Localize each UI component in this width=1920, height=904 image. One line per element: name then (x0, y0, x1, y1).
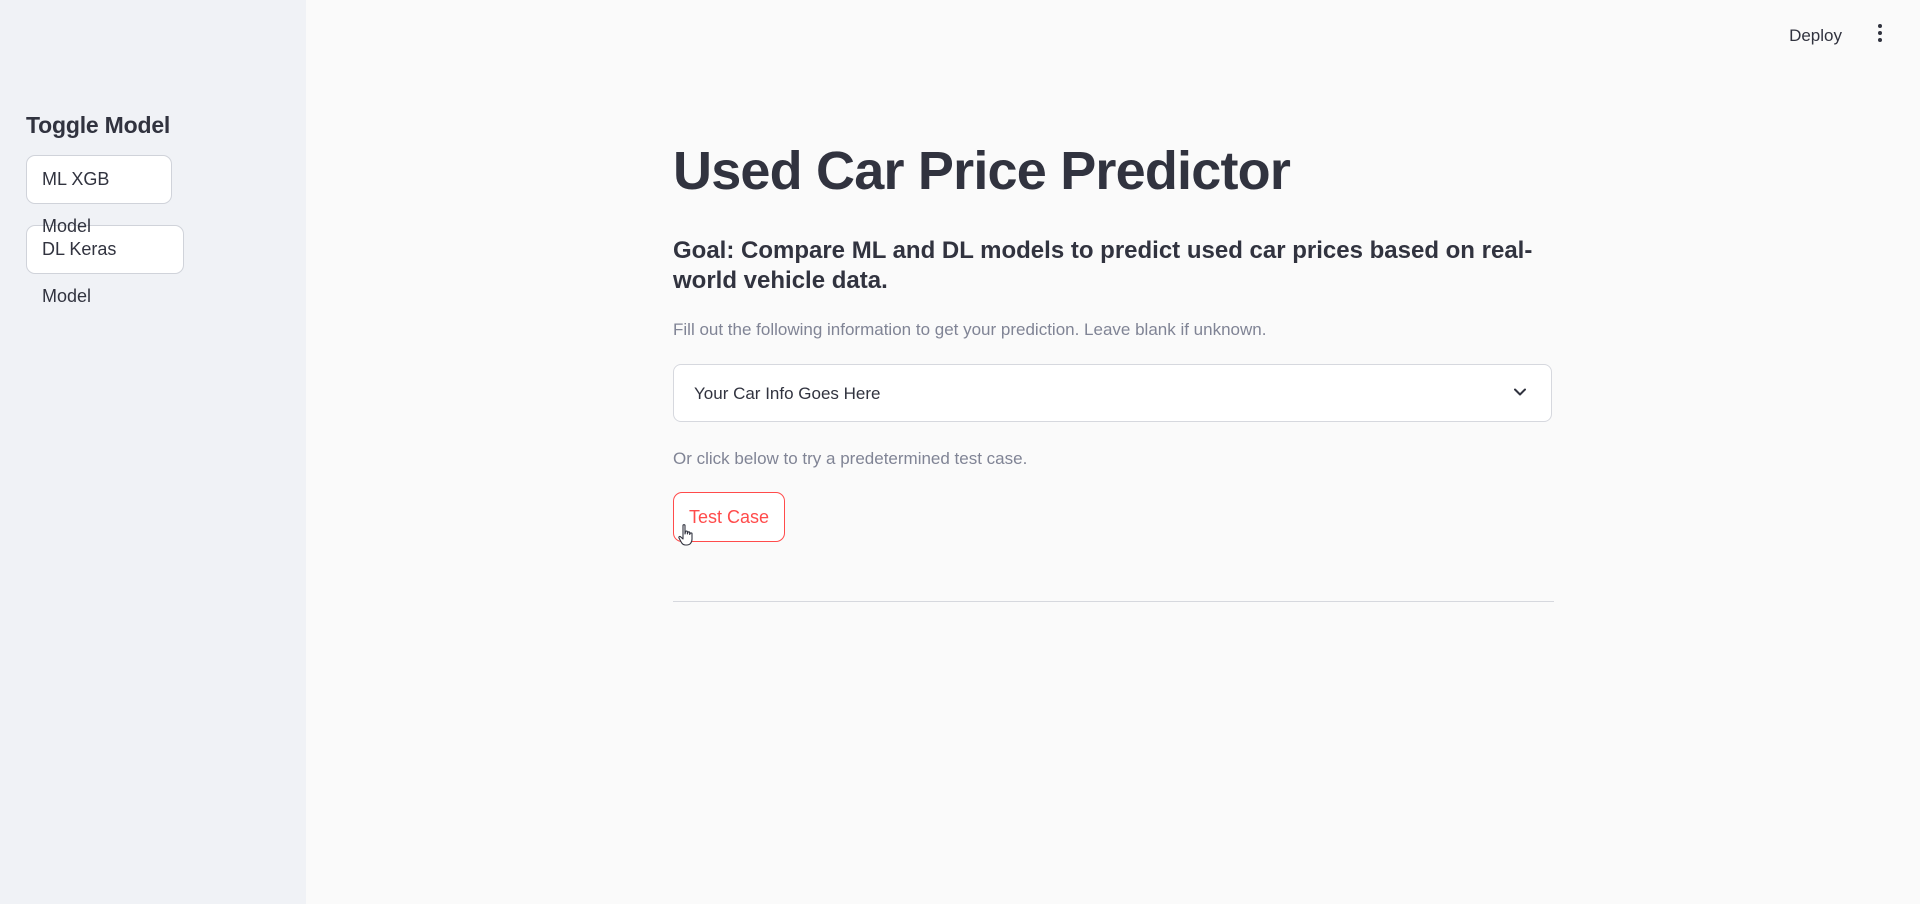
section-divider (673, 601, 1554, 602)
expander-label: Your Car Info Goes Here (694, 384, 881, 403)
top-header: Deploy (306, 0, 1920, 70)
hand-cursor-icon (678, 524, 693, 546)
car-info-expander[interactable]: Your Car Info Goes Here (673, 364, 1552, 422)
kebab-menu-icon[interactable] (1868, 22, 1892, 48)
ml-xgb-model-button[interactable]: ML XGB Model (26, 155, 172, 236)
deploy-button[interactable]: Deploy (1783, 22, 1848, 50)
test-case-instructions: Or click below to try a predetermined te… (673, 449, 1028, 468)
sidebar-heading: Toggle Model (26, 112, 171, 138)
sidebar: Toggle Model ML XGB Model DL Keras Model (0, 0, 306, 904)
instructions-text: Fill out the following information to ge… (673, 320, 1267, 339)
page-title: Used Car Price Predictor (673, 141, 1291, 201)
goal-subtitle: Goal: Compare ML and DL models to predic… (673, 237, 1533, 294)
chevron-down-icon (1514, 388, 1526, 396)
app-root: Toggle Model ML XGB Model DL Keras Model… (0, 0, 1920, 904)
dl-keras-model-button[interactable]: DL Keras Model (26, 225, 184, 306)
